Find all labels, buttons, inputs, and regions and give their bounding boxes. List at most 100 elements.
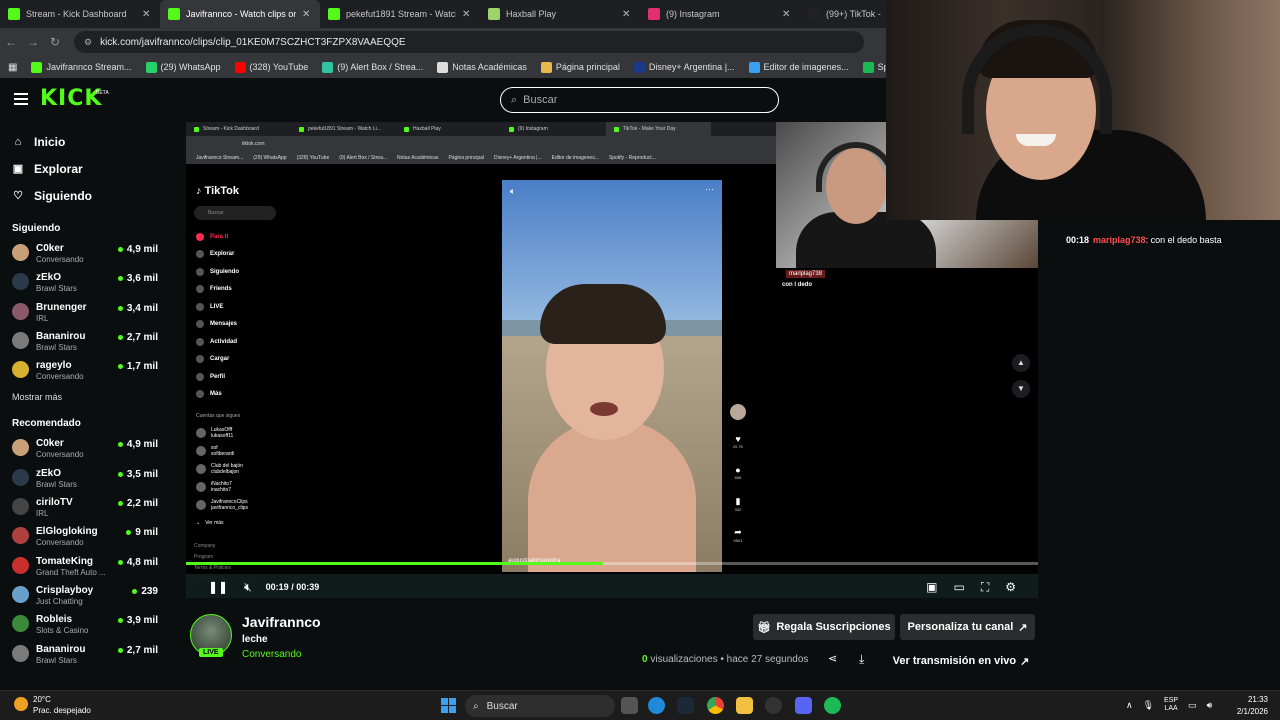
sidebar-channel[interactable]: ElGlogloking Conversando 9 mil bbox=[0, 523, 172, 552]
live-dot-icon bbox=[117, 305, 123, 311]
weather-widget[interactable]: 20°C Prac. despejado bbox=[14, 694, 91, 716]
heart-icon: ♡ bbox=[13, 190, 23, 202]
sidebar-channel[interactable]: zEkO Brawl Stars 3,5 mil bbox=[0, 465, 172, 494]
show-more-link[interactable]: Mostrar más bbox=[0, 392, 172, 402]
settings-icon[interactable]: ⚙ bbox=[1005, 580, 1016, 594]
tiktok-following-item: JavifranncoClips javifrannco_clips bbox=[196, 496, 248, 514]
back-icon[interactable]: ← bbox=[0, 35, 22, 49]
browser-tab[interactable]: (9) Instagram ✕ bbox=[640, 0, 800, 28]
reload-icon[interactable]: ↻ bbox=[44, 35, 66, 49]
tiktok-nav-icon bbox=[196, 320, 204, 329]
tiktok-nav-item: LIVE bbox=[196, 298, 239, 316]
inner-tab-favicon-icon bbox=[614, 126, 619, 132]
tiktok-following-text: iNachito7 inachito7 bbox=[211, 481, 232, 493]
steam-icon[interactable] bbox=[677, 697, 694, 714]
forward-icon[interactable]: → bbox=[22, 35, 44, 49]
network-icon[interactable]: ▭ bbox=[1188, 700, 1197, 711]
url-field[interactable]: ⚙ kick.com/javifrannco/clips/clip_01KE0M… bbox=[74, 31, 864, 53]
bookmark-favicon-icon bbox=[31, 61, 43, 73]
tiktok-more-icon: ··· bbox=[705, 184, 714, 194]
tray-chevron-icon[interactable]: ∧ bbox=[1126, 700, 1133, 711]
share-icon[interactable]: ⋖ bbox=[828, 652, 837, 665]
close-icon[interactable]: ✕ bbox=[622, 9, 632, 20]
clip-icon[interactable]: ▣ bbox=[926, 580, 937, 594]
bookmark-item[interactable]: Editor de imagenes... bbox=[748, 61, 849, 73]
sidebar-nav-explorar[interactable]: ▣ Explorar bbox=[0, 155, 172, 182]
download-icon[interactable]: ⤓ bbox=[859, 652, 864, 667]
close-icon[interactable]: ✕ bbox=[462, 9, 472, 20]
viewer-count-value: 4,9 mil bbox=[126, 439, 158, 451]
menu-icon[interactable] bbox=[14, 93, 28, 105]
tiktok-see-more-label: Ver más bbox=[205, 520, 224, 526]
browser-tab[interactable]: Haxball Play ✕ bbox=[480, 0, 640, 28]
channel-category: Conversando bbox=[36, 372, 84, 382]
taskbar-search[interactable]: ⌕ Buscar bbox=[465, 695, 615, 717]
sidebar-channel[interactable]: Bananirou Brawl Stars 2,7 mil bbox=[0, 328, 172, 357]
progress-bar[interactable] bbox=[186, 562, 1038, 565]
bookmark-item[interactable]: (9) Alert Box / Strea... bbox=[322, 61, 423, 73]
sidebar-nav-inicio[interactable]: ⌂ Inicio bbox=[0, 128, 172, 155]
inner-bookmark: Javifrannco Stream... bbox=[196, 155, 244, 161]
sidebar-channel[interactable]: ciriloTV IRL 2,2 mil bbox=[0, 494, 172, 523]
tiktok-nav-item: Siguiendo bbox=[196, 263, 239, 281]
sidebar-channel[interactable]: zEkO Brawl Stars 3,6 mil bbox=[0, 269, 172, 298]
bookmark-item[interactable]: Disney+ Argentina |... bbox=[633, 61, 735, 73]
close-icon[interactable]: ✕ bbox=[142, 9, 152, 20]
search-placeholder: Buscar bbox=[523, 94, 558, 106]
volume-icon[interactable]: 🔊︎ bbox=[1207, 700, 1213, 711]
channel-name[interactable]: Javifrannco bbox=[242, 614, 321, 630]
sidebar-nav-siguiendo[interactable]: ♡ Siguiendo bbox=[0, 182, 172, 209]
watch-live-button[interactable]: Ver transmisión en vivo ↗ bbox=[886, 650, 1036, 672]
theater-icon[interactable]: ▭ bbox=[953, 580, 964, 594]
browser-tab[interactable]: Stream - Kick Dashboard ✕ bbox=[0, 0, 160, 28]
folder-icon[interactable] bbox=[736, 697, 753, 714]
customize-channel-button[interactable]: Personaliza tu canal ↗ bbox=[900, 614, 1035, 640]
bookmark-item[interactable]: (328) YouTube bbox=[234, 61, 308, 73]
mute-icon[interactable]: 🔇︎ bbox=[244, 580, 252, 595]
sidebar-channel[interactable]: Bananirou Brawl Stars 2,7 mil bbox=[0, 641, 172, 670]
spotify-icon[interactable] bbox=[824, 697, 841, 714]
recommended-heading: Recomendado bbox=[12, 418, 81, 430]
live-dot-icon bbox=[117, 442, 123, 448]
inner-tab: pekefut1891 Stream - Watch Li... bbox=[291, 122, 396, 136]
bookmark-item[interactable]: Notas Académicas bbox=[437, 61, 527, 73]
edge-icon[interactable] bbox=[648, 697, 665, 714]
bookmark-item[interactable]: (29) WhatsApp bbox=[145, 61, 221, 73]
kick-logo[interactable]: KICK bbox=[40, 86, 102, 111]
sidebar-channel[interactable]: Brunenger IRL 3,4 mil bbox=[0, 299, 172, 328]
bookmark-label: Notas Académicas bbox=[452, 62, 527, 72]
language-indicator[interactable]: ESP LAA bbox=[1164, 697, 1178, 713]
sidebar-channel[interactable]: C0ker Conversando 4,9 mil bbox=[0, 435, 172, 464]
windows-start-icon[interactable] bbox=[441, 698, 456, 713]
browser-tab[interactable]: pekefut1891 Stream - Watch Live ✕ bbox=[320, 0, 480, 28]
chrome-icon[interactable] bbox=[707, 697, 724, 714]
site-info-icon[interactable]: ⚙ bbox=[84, 37, 92, 48]
browser-tab[interactable]: Javifrannco - Watch clips on Kick ✕ bbox=[160, 0, 320, 28]
close-icon[interactable]: ✕ bbox=[302, 9, 312, 20]
mic-icon[interactable]: 🎙︎ bbox=[1143, 700, 1154, 711]
sidebar-channel[interactable]: C0ker Conversando 4,9 mil bbox=[0, 240, 172, 269]
apps-icon[interactable]: ▦ bbox=[8, 62, 17, 73]
inner-address-bar: tiktok.com bbox=[186, 136, 776, 152]
sidebar-channel[interactable]: rageylo Conversando 1,7 mil bbox=[0, 357, 172, 386]
bookmark-label: Disney+ Argentina |... bbox=[648, 62, 735, 72]
search-input[interactable]: ⌕ Buscar bbox=[500, 87, 779, 113]
clip-category[interactable]: Conversando bbox=[242, 649, 301, 660]
sidebar-channel[interactable]: Crisplayboy Just Chatting 239 bbox=[0, 582, 172, 611]
bookmark-item[interactable]: Página principal bbox=[540, 61, 620, 73]
clock[interactable]: 21:33 2/1/2026 bbox=[1232, 694, 1268, 718]
inner-tab-bar: Stream - Kick Dashboard pekefut1891 Strea… bbox=[186, 122, 776, 136]
gift-subs-button[interactable]: 🎁︎ Regala Suscripciones bbox=[753, 614, 895, 640]
obs-icon[interactable] bbox=[765, 697, 782, 714]
live-dot-icon bbox=[117, 276, 123, 282]
sidebar-channel[interactable]: TomateKing Grand Theft Auto ... 4,8 mil bbox=[0, 553, 172, 582]
fullscreen-icon[interactable]: ⛶ bbox=[981, 580, 989, 595]
task-view-icon[interactable] bbox=[621, 697, 638, 714]
discord-icon[interactable] bbox=[795, 697, 812, 714]
clip-title: leche bbox=[242, 634, 268, 645]
close-icon[interactable]: ✕ bbox=[782, 9, 792, 20]
pause-icon[interactable]: ❚❚ bbox=[208, 580, 228, 594]
bookmark-item[interactable]: Javifrannco Stream... bbox=[31, 61, 132, 73]
chat-username[interactable]: mariplag738 bbox=[1093, 235, 1146, 245]
sidebar-channel[interactable]: Robleis Slots & Casino 3,9 mil bbox=[0, 611, 172, 640]
